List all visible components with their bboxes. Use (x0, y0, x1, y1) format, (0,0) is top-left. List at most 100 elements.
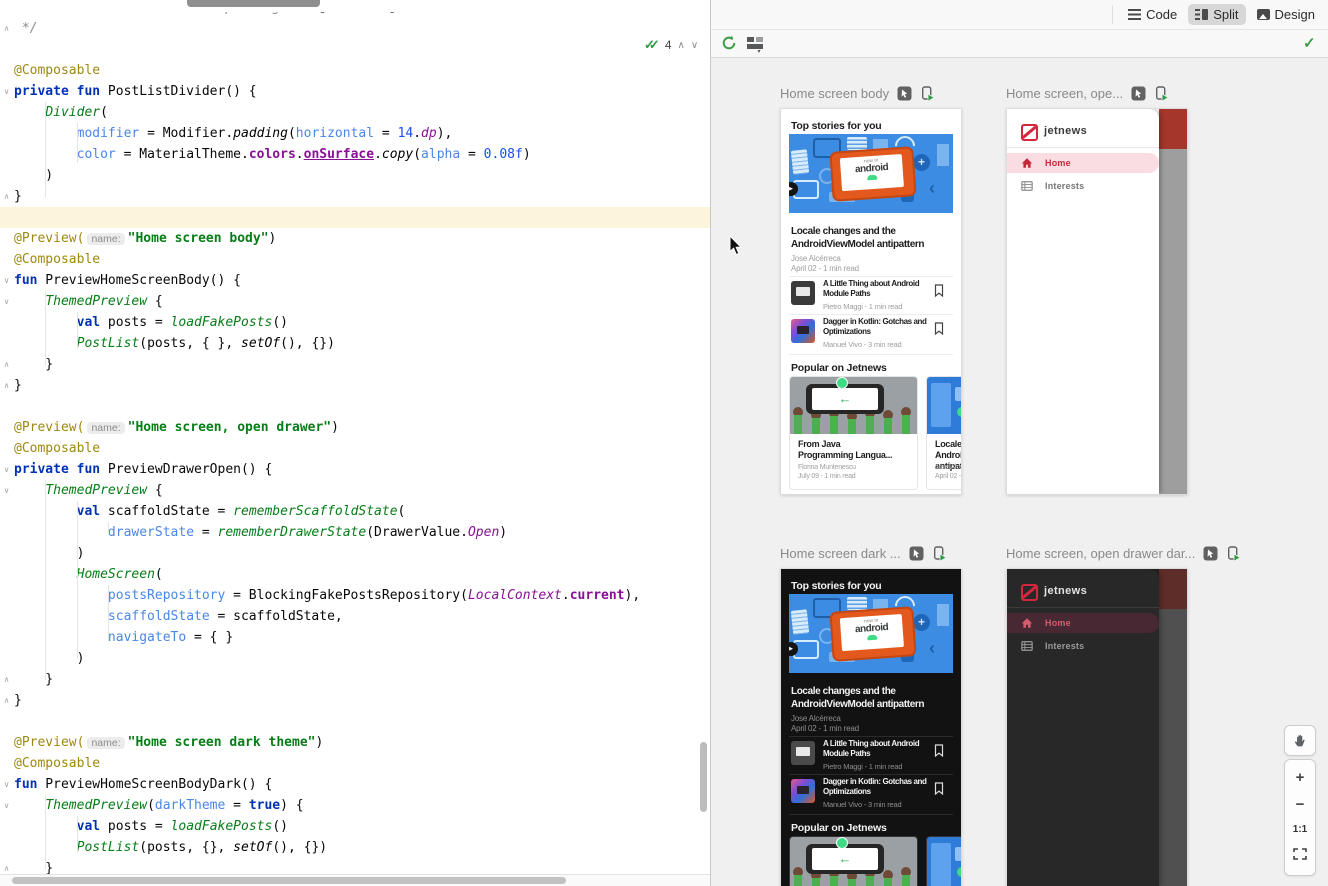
code-line: HomeScreen( (0, 564, 710, 585)
popular-card-partial: Locale changes and the AndroidViewModel … (926, 836, 962, 886)
arrow-left-icon: ← (812, 848, 878, 870)
code-line: modifier = Modifier.padding(horizontal =… (0, 123, 710, 144)
pan-button[interactable] (1284, 725, 1316, 756)
fold-marker-icon[interactable]: ∧ (1, 354, 12, 375)
app-bar-behind-drawer (1159, 109, 1187, 149)
android-robot-icon (867, 635, 877, 641)
hscroll-thumb[interactable] (12, 877, 566, 884)
fold-marker-icon[interactable]: ∨ (1, 291, 12, 312)
fold-marker-icon[interactable]: ∨ (1, 459, 12, 480)
jetnews-logo-icon (1021, 584, 1038, 601)
run-preview-on-device-icon[interactable] (920, 86, 935, 101)
preview-open-drawer-dark[interactable]: jetnews Home Interests (1006, 568, 1188, 886)
preview-home-screen-open-drawer[interactable]: jetnews Home Interests (1006, 108, 1188, 495)
zoom-to-fit-button[interactable] (1293, 847, 1307, 865)
run-preview-on-device-icon[interactable] (1154, 86, 1169, 101)
hero-post-meta: April 02 - 1 min read (791, 724, 859, 733)
zoom-in-button[interactable]: + (1296, 770, 1305, 785)
hero-post-meta: April 02 - 1 min read (791, 264, 859, 273)
preview-home-screen-body[interactable]: Top stories for you + ‹ now in android ▶… (780, 108, 962, 495)
tab-design[interactable]: Design (1250, 4, 1322, 25)
code-editor[interactable]: * Full width divider with padding for [P… (0, 0, 710, 886)
code-line: navigateTo = { } (0, 627, 710, 648)
code-line: ∨fun PreviewHomeScreenBodyDark() { (0, 774, 710, 795)
run-preview-on-device-icon[interactable] (932, 546, 947, 561)
code-line: ∧ } (0, 669, 710, 690)
fold-marker-icon[interactable]: ∨ (1, 81, 12, 102)
code-line: ∨private fun PostListDivider() { (0, 81, 710, 102)
split-view-icon (1195, 9, 1208, 20)
jetnews-feed-preview-dark: Top stories for you + ‹ now in android ▶… (781, 569, 961, 886)
post-meta: Pietro Maggi - 1 min read (823, 762, 902, 771)
post-thumbnail (791, 281, 815, 305)
app-bar-behind-drawer (1159, 569, 1187, 609)
post-meta: Manuel Vivo - 3 min read (823, 800, 901, 809)
tab-code[interactable]: Code (1121, 4, 1184, 25)
code-line: @Preview(name:"Home screen, open drawer"… (0, 417, 710, 438)
post-thumbnail (791, 319, 815, 343)
section-top-stories: Top stories for you (791, 120, 882, 132)
preview-toolbar: ▾ (711, 30, 1328, 58)
interactive-preview-icon[interactable] (897, 86, 912, 101)
tab-split[interactable]: Split (1188, 4, 1245, 25)
code-line: PostList(posts, {}, setOf(), {}) (0, 837, 710, 858)
popular-card-image: ← (790, 377, 917, 434)
hero-post-author: Jose Alcérreca (791, 254, 841, 263)
run-preview-on-device-icon[interactable] (1226, 546, 1241, 561)
interactive-preview-icon[interactable] (909, 546, 924, 561)
pane-divider[interactable] (710, 0, 711, 886)
fold-marker-icon[interactable]: ∨ (1, 774, 12, 795)
popular-card-author: Florina Muntenescu (798, 464, 856, 471)
content-behind-drawer (1159, 609, 1187, 886)
refresh-previews-button[interactable] (719, 33, 739, 53)
code-line: val posts = loadFakePosts() (0, 312, 710, 333)
popular-card: ← From Java Programming Langua... Florin… (789, 376, 918, 490)
preview-home-screen-dark[interactable]: Top stories for you + ‹ now in android ▶… (780, 568, 962, 886)
indent-guide (77, 501, 78, 659)
preview-title-row: Home screen, ope... (1006, 86, 1169, 101)
post-meta: Manuel Vivo - 3 min read (823, 340, 901, 349)
fold-marker-icon[interactable]: ∨ (1, 795, 12, 816)
preview-title: Home screen dark ... (780, 546, 901, 561)
interactive-preview-icon[interactable] (1203, 546, 1218, 561)
android-badge-icon (836, 377, 848, 389)
editor-horizontal-scrollbar[interactable] (0, 874, 710, 886)
prev-issue-icon[interactable]: ∧ (678, 40, 685, 51)
fold-marker-icon[interactable]: ∨ (1, 270, 12, 291)
bookmark-icon (934, 744, 944, 762)
interests-icon (1021, 180, 1033, 192)
code-line: ) (0, 165, 710, 186)
view-options-button[interactable]: ▾ (745, 34, 765, 54)
inspections-widget[interactable]: ✓✓ 4 ∧ ∨ (640, 36, 702, 54)
editor-vertical-scrollbar[interactable] (700, 742, 707, 812)
popular-card-meta: April 02 - 1 min read (935, 473, 962, 480)
tab-split-label: Split (1213, 7, 1238, 22)
fold-marker-icon[interactable]: ∧ (1, 375, 12, 396)
popular-card-author: Jose Alcérreca (935, 464, 962, 471)
section-popular: Popular on Jetnews (791, 822, 887, 834)
app-name: jetnews (1044, 585, 1087, 597)
tab-scroll-thumb[interactable] (187, 0, 320, 7)
arrow-left-icon: ← (812, 388, 878, 410)
fold-marker-icon[interactable]: ∧ (1, 669, 12, 690)
drawer-item-home: Home (1007, 153, 1159, 173)
code-line: @Composable (0, 438, 710, 459)
code-line: ∨private fun PreviewDrawerOpen() { (0, 459, 710, 480)
next-issue-icon[interactable]: ∨ (691, 40, 698, 51)
code-line: ) (0, 543, 710, 564)
fold-marker-icon[interactable]: ∨ (1, 480, 12, 501)
interactive-preview-icon[interactable] (1131, 86, 1146, 101)
jetnews-feed-preview: Top stories for you + ‹ now in android ▶… (781, 109, 961, 494)
code-line (0, 207, 710, 228)
post-thumbnail (791, 741, 815, 765)
code-line: ) (0, 648, 710, 669)
zoom-out-button[interactable]: − (1296, 797, 1305, 812)
fold-marker-icon[interactable]: ∧ (1, 18, 12, 39)
fold-marker-icon[interactable]: ∧ (1, 690, 12, 711)
code-line (0, 39, 710, 60)
zoom-actual-size-button[interactable]: 1:1 (1293, 824, 1307, 835)
android-robot-icon (867, 175, 877, 181)
mouse-cursor (729, 236, 743, 256)
refresh-icon (720, 34, 738, 52)
fold-marker-icon[interactable]: ∧ (1, 186, 12, 207)
